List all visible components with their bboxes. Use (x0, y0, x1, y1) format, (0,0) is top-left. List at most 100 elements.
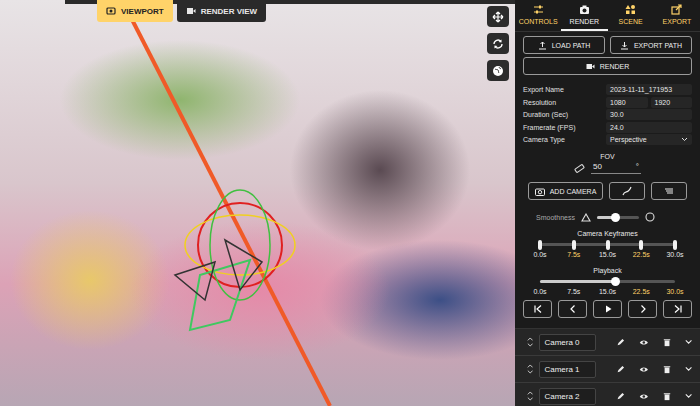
path-icon (622, 186, 632, 196)
panel-tab[interactable]: RENDER (561, 0, 607, 31)
upload-icon (538, 41, 547, 50)
smoothness-control: Smoothness (523, 212, 692, 222)
list-button[interactable] (651, 182, 687, 200)
slider-mark: 7.5s (567, 288, 580, 295)
eye-icon[interactable] (639, 391, 649, 402)
panel-tab[interactable]: EXPORT (654, 0, 700, 31)
view-tool-button[interactable] (487, 60, 509, 81)
slider-mark: 30.0s (666, 251, 683, 258)
transport-controls (523, 300, 692, 318)
text-input[interactable]: 30.0 (606, 109, 692, 120)
camera-path-overlay (0, 0, 515, 406)
triangle-icon (581, 213, 591, 222)
add-camera-button[interactable]: ADD CAMERA (528, 182, 604, 200)
slider-mark: 22.5s (633, 251, 650, 258)
pencil-icon[interactable] (616, 364, 625, 375)
camera-icon (535, 187, 545, 196)
slider-knob[interactable] (611, 277, 620, 286)
playback-slider-block: Playback0.0s7.5s15.0s22.5s30.0s (523, 267, 692, 296)
viewport-tabs: VIEWPORTRENDER VIEW (97, 0, 266, 22)
export-icon (671, 4, 682, 15)
slider-mark: 30.0s (666, 288, 683, 295)
slider-knob[interactable] (611, 213, 620, 222)
number-input[interactable]: 1080 (606, 97, 648, 108)
render-fields: Export Name2023-11-11_171953Resolution10… (523, 84, 692, 145)
reorder-icon[interactable] (527, 336, 533, 348)
panel-tab[interactable]: SCENE (608, 0, 654, 31)
slider-mark: 15.0s (599, 251, 616, 258)
path-button[interactable]: LOAD PATH (523, 36, 605, 54)
reorder-icon[interactable] (527, 390, 533, 402)
slider-mark: 22.5s (633, 288, 650, 295)
view-tool-button[interactable] (487, 33, 509, 54)
view-tool-button[interactable] (487, 6, 509, 27)
chevron-left-icon (568, 304, 578, 314)
viewport-tab[interactable]: RENDER VIEW (177, 0, 266, 22)
keyframe-handle[interactable] (639, 240, 643, 250)
trash-icon[interactable] (663, 364, 671, 375)
video-icon (586, 62, 595, 71)
keyframe-handle[interactable] (606, 240, 610, 250)
chevron-down-icon[interactable] (685, 339, 692, 345)
eye-icon[interactable] (639, 364, 649, 375)
path-tool-button[interactable] (609, 182, 645, 200)
viewport-tab[interactable]: VIEWPORT (97, 0, 173, 22)
chevron-right-icon (638, 304, 648, 314)
render-button[interactable]: RENDER (523, 57, 692, 75)
skip-end-icon (673, 304, 683, 314)
select-input[interactable]: Perspective (606, 134, 692, 145)
playback-slider[interactable]: 0.0s7.5s15.0s22.5s30.0s (540, 280, 675, 283)
video-icon (186, 6, 196, 16)
text-input[interactable]: 2023-11-11_171953 (606, 84, 692, 95)
globe-icon (492, 65, 504, 77)
skip-start-icon (533, 304, 543, 314)
camera-name-input[interactable]: Camera 1 (539, 361, 596, 378)
render-controls: LOAD PATH EXPORT PATH RENDER Export Name202… (515, 32, 700, 318)
slider-mark: 7.5s (567, 251, 580, 258)
reorder-icon[interactable] (527, 363, 533, 375)
transport-button[interactable] (558, 300, 587, 318)
pencil-icon[interactable] (616, 337, 625, 348)
eye-icon[interactable] (639, 337, 649, 348)
download-icon (620, 41, 629, 50)
camera-icon (106, 6, 116, 16)
chevron-down-icon[interactable] (685, 366, 692, 372)
chevron-down-icon[interactable] (685, 393, 692, 399)
transport-button[interactable] (523, 300, 552, 318)
camera-row: Camera 0 (515, 329, 700, 356)
camera-row: Camera 1 (515, 356, 700, 383)
keyframe-handle[interactable] (538, 240, 542, 250)
slider-mark: 0.0s (533, 288, 546, 295)
trash-icon[interactable] (663, 391, 671, 402)
pencil-icon[interactable] (616, 391, 625, 402)
panel-tab[interactable]: CONTROLS (515, 0, 561, 31)
field-row: Duration (Sec)30.0 (523, 109, 692, 120)
field-row: Export Name2023-11-11_171953 (523, 84, 692, 95)
camera-row: Camera 2 (515, 383, 700, 406)
slider-mark: 15.0s (599, 288, 616, 295)
smoothness-slider[interactable] (597, 216, 639, 219)
field-row: Camera TypePerspective (523, 134, 692, 145)
transport-button[interactable] (628, 300, 657, 318)
transport-button[interactable] (593, 300, 622, 318)
ruler-icon (574, 163, 585, 174)
keyframes-slider[interactable]: 0.0s7.5s15.0s22.5s30.0s (540, 243, 675, 246)
number-input[interactable]: 1920 (651, 97, 693, 108)
camera-name-input[interactable]: Camera 2 (539, 388, 596, 405)
move-icon (492, 11, 504, 23)
keyframe-handle[interactable] (673, 240, 677, 250)
text-input[interactable]: 24.0 (606, 122, 692, 133)
fov-control: FOV50° (523, 153, 692, 174)
path-button[interactable]: EXPORT PATH (610, 36, 692, 54)
shapes-icon (625, 4, 636, 15)
camera-list: Camera 0 Camera 1 Camera 2 (515, 328, 700, 406)
transport-button[interactable] (663, 300, 692, 318)
keyframe-handle[interactable] (572, 240, 576, 250)
lines-icon (664, 186, 674, 196)
camera-actions: ADD CAMERA (523, 182, 692, 200)
scene-render[interactable] (0, 0, 515, 406)
trash-icon[interactable] (663, 337, 671, 348)
camera-name-input[interactable]: Camera 0 (539, 334, 596, 351)
fov-input[interactable]: 50° (591, 162, 641, 174)
side-panel: CONTROLSRENDERSCENEEXPORTLOAD PATHEXPORT… (515, 0, 700, 406)
